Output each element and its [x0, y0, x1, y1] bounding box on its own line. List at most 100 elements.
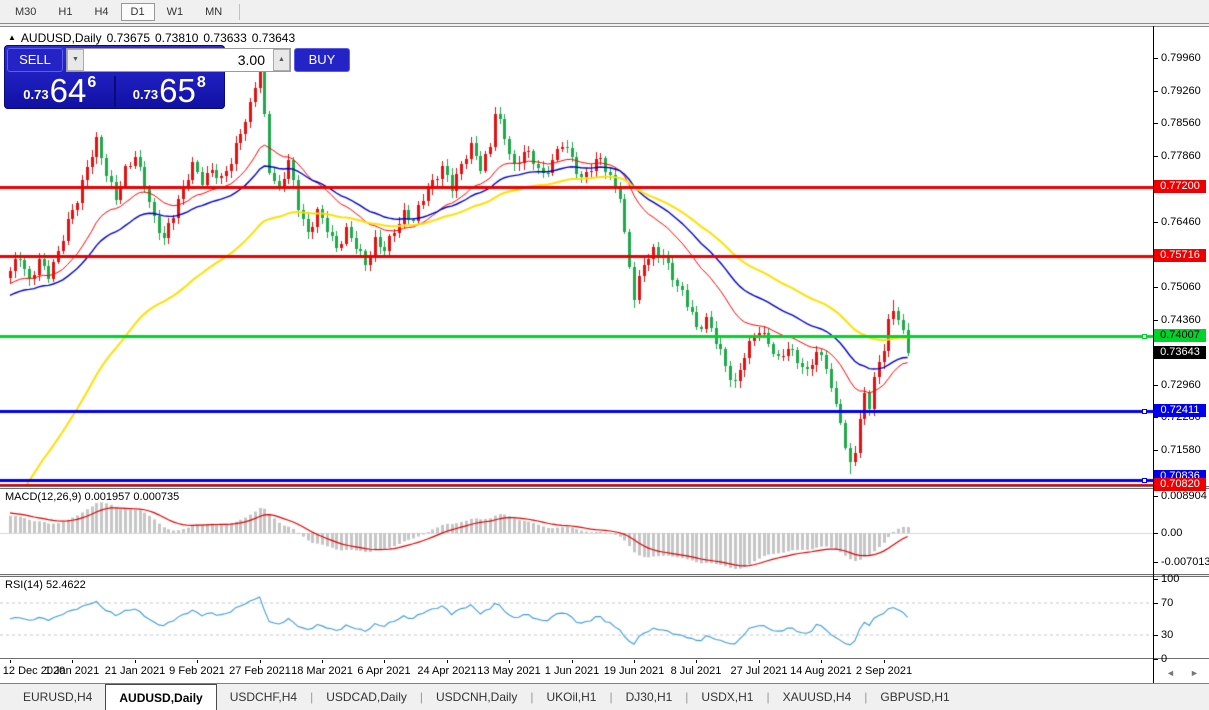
tab-dj30-h1[interactable]: DJ30,H1 [613, 684, 686, 710]
price-axis-tick-label: 0.76460 [1161, 216, 1201, 228]
timeframe-button-h4[interactable]: H4 [84, 3, 118, 21]
date-axis-tick-mark [696, 660, 697, 663]
price-axis-tick-mark [1153, 417, 1158, 418]
scroll-right-icon[interactable]: ► [1190, 668, 1199, 678]
chart-symbol-label: AUDUSD,Daily [20, 31, 102, 45]
macd-axis-tick-label: 0.00 [1161, 527, 1183, 539]
tab-usdcad-daily[interactable]: USDCAD,Daily [313, 684, 420, 710]
trade-panel-top-row: SELL ▼ ▲ BUY [7, 48, 350, 72]
price-axis-tick-label: 0.71580 [1161, 444, 1201, 456]
tab-eurusd-h4[interactable]: EURUSD,H4 [10, 684, 105, 710]
timeframe-button-w1[interactable]: W1 [157, 3, 194, 21]
price-axis-tick-label: 0.78560 [1161, 117, 1201, 129]
date-axis-label: 8 Jul 2021 [670, 665, 722, 677]
price-axis-tick-mark [1153, 222, 1158, 223]
price-axis-tick-mark [1153, 91, 1158, 92]
bid-main-digits: 64 [49, 72, 87, 109]
hline-price-label-0.77200: 0.77200 [1154, 180, 1206, 193]
date-axis-tick-mark [884, 660, 885, 663]
spin-down-icon: ▼ [72, 56, 79, 63]
price-axis-tick-label: 0.72960 [1161, 379, 1201, 391]
price-axis-tick-mark [1153, 156, 1158, 157]
date-axis-label: 6 Apr 2021 [357, 665, 411, 677]
date-axis-label: 27 Feb 2021 [229, 665, 291, 677]
ohlc-high: 0.73810 [155, 31, 199, 45]
hline-anchor-handle[interactable] [1142, 478, 1147, 483]
spin-up-icon: ▲ [278, 56, 285, 63]
tab-ukoil-h1[interactable]: UKOil,H1 [533, 684, 609, 710]
tab-usdchf-h4[interactable]: USDCHF,H4 [217, 684, 310, 710]
chart-tab-bar: EURUSD,H4 AUDUSD,Daily USDCHF,H4 | USDCAD,Da… [0, 683, 1209, 710]
hline-anchor-handle[interactable] [1142, 334, 1147, 339]
date-axis-label: 1 Jun 2021 [544, 665, 600, 677]
volume-input[interactable] [84, 49, 273, 71]
volume-decrease-button[interactable]: ▼ [67, 49, 84, 71]
quote-divider [113, 76, 116, 107]
one-click-trading-panel: SELL ▼ ▲ BUY 0.73 64 6 0.73 65 8 [4, 45, 350, 109]
date-axis-tick-mark [197, 660, 198, 663]
price-axis-tick-mark [1153, 287, 1158, 288]
ohlc-close: 0.73643 [251, 31, 296, 45]
price-axis-tick-mark [1153, 320, 1158, 321]
timeframe-button-m30[interactable]: M30 [5, 3, 46, 21]
date-axis-tick-mark [72, 660, 73, 663]
trade-panel-quote-row: 0.73 64 6 0.73 65 8 [7, 74, 222, 107]
date-axis-tick-mark [10, 660, 11, 663]
rsi-axis-tick-label: 100 [1161, 573, 1180, 585]
rsi-axis-tick-label: 0 [1161, 653, 1168, 665]
mt4-window: M30 H1 H4 D1 W1 MN ▲ AUDUSD,Daily 0.73675 0.7381… [0, 0, 1209, 710]
date-axis-label: 2 Sep 2021 [855, 665, 913, 677]
price-axis-tick-mark [1153, 58, 1158, 59]
macd-indicator-label: MACD(12,26,9) 0.001957 0.000735 [5, 491, 180, 503]
volume-increase-button[interactable]: ▲ [273, 49, 290, 71]
rsi-indicator-canvas[interactable] [0, 577, 1153, 658]
ask-pip-digit: 8 [196, 74, 206, 91]
date-axis-label: 19 Jun 2021 [603, 665, 665, 677]
rsi-dateaxis-separator [0, 658, 1209, 659]
timeframe-button-h1[interactable]: H1 [48, 3, 82, 21]
hline-anchor-handle[interactable] [1142, 409, 1147, 414]
bid-pip-digit: 6 [87, 74, 97, 91]
rsi-axis-tick-mark [1153, 635, 1158, 636]
hline-price-label-0.70820: 0.70820 [1154, 478, 1206, 491]
date-axis-label: 21 Jan 2021 [104, 665, 166, 677]
ask-main-digits: 65 [159, 72, 196, 109]
tab-gbpusd-h1[interactable]: GBPUSD,H1 [867, 684, 962, 710]
rsi-axis-tick-mark [1153, 603, 1158, 604]
date-axis-label: 24 Apr 2021 [417, 665, 477, 677]
macd-rsi-separator[interactable] [0, 574, 1209, 577]
tab-usdcnh-daily[interactable]: USDCNH,Daily [423, 684, 530, 710]
rsi-axis-tick-mark [1153, 579, 1158, 580]
ask-quote[interactable]: 0.73 65 8 [117, 74, 223, 107]
tab-usdx-h1[interactable]: USDX,H1 [688, 684, 766, 710]
toolbar-separator [239, 3, 241, 20]
ohlc-open: 0.73675 [106, 31, 150, 45]
buy-button[interactable]: BUY [294, 48, 350, 72]
current-price-label: 0.73643 [1154, 346, 1206, 359]
date-axis-label: 13 May 2021 [477, 665, 541, 677]
date-axis-tick-mark [821, 660, 822, 663]
macd-axis-tick-label: 0.008904 [1161, 490, 1207, 502]
ohlc-low: 0.73633 [203, 31, 247, 45]
price-axis-tick-label: 0.75060 [1161, 281, 1201, 293]
ask-prefix: 0.73 [132, 87, 159, 102]
scroll-left-icon[interactable]: ◄ [1166, 668, 1175, 678]
hline-price-label-0.72411: 0.72411 [1154, 404, 1206, 417]
hline-price-label-0.74007: 0.74007 [1154, 329, 1206, 342]
chart-macd-separator[interactable] [0, 486, 1209, 489]
tab-audusd-daily[interactable]: AUDUSD,Daily [105, 684, 217, 710]
volume-stepper: ▼ ▲ [66, 48, 291, 72]
date-axis-tick-mark [447, 660, 448, 663]
price-axis-tick-mark [1153, 123, 1158, 124]
timeframe-button-mn[interactable]: MN [195, 3, 232, 21]
macd-axis-tick-mark [1153, 496, 1158, 497]
date-axis-tick-mark [509, 660, 510, 663]
timeframe-button-d1[interactable]: D1 [120, 2, 155, 21]
date-axis-tick-mark [135, 660, 136, 663]
price-axis-tick-label: 0.77860 [1161, 150, 1201, 162]
chart-symbol-marker-icon: ▲ [8, 33, 16, 42]
rsi-axis-tick-label: 70 [1161, 597, 1174, 609]
sell-button[interactable]: SELL [7, 48, 63, 72]
bid-quote[interactable]: 0.73 64 6 [7, 74, 113, 107]
tab-xauusd-h4[interactable]: XAUUSD,H4 [770, 684, 865, 710]
